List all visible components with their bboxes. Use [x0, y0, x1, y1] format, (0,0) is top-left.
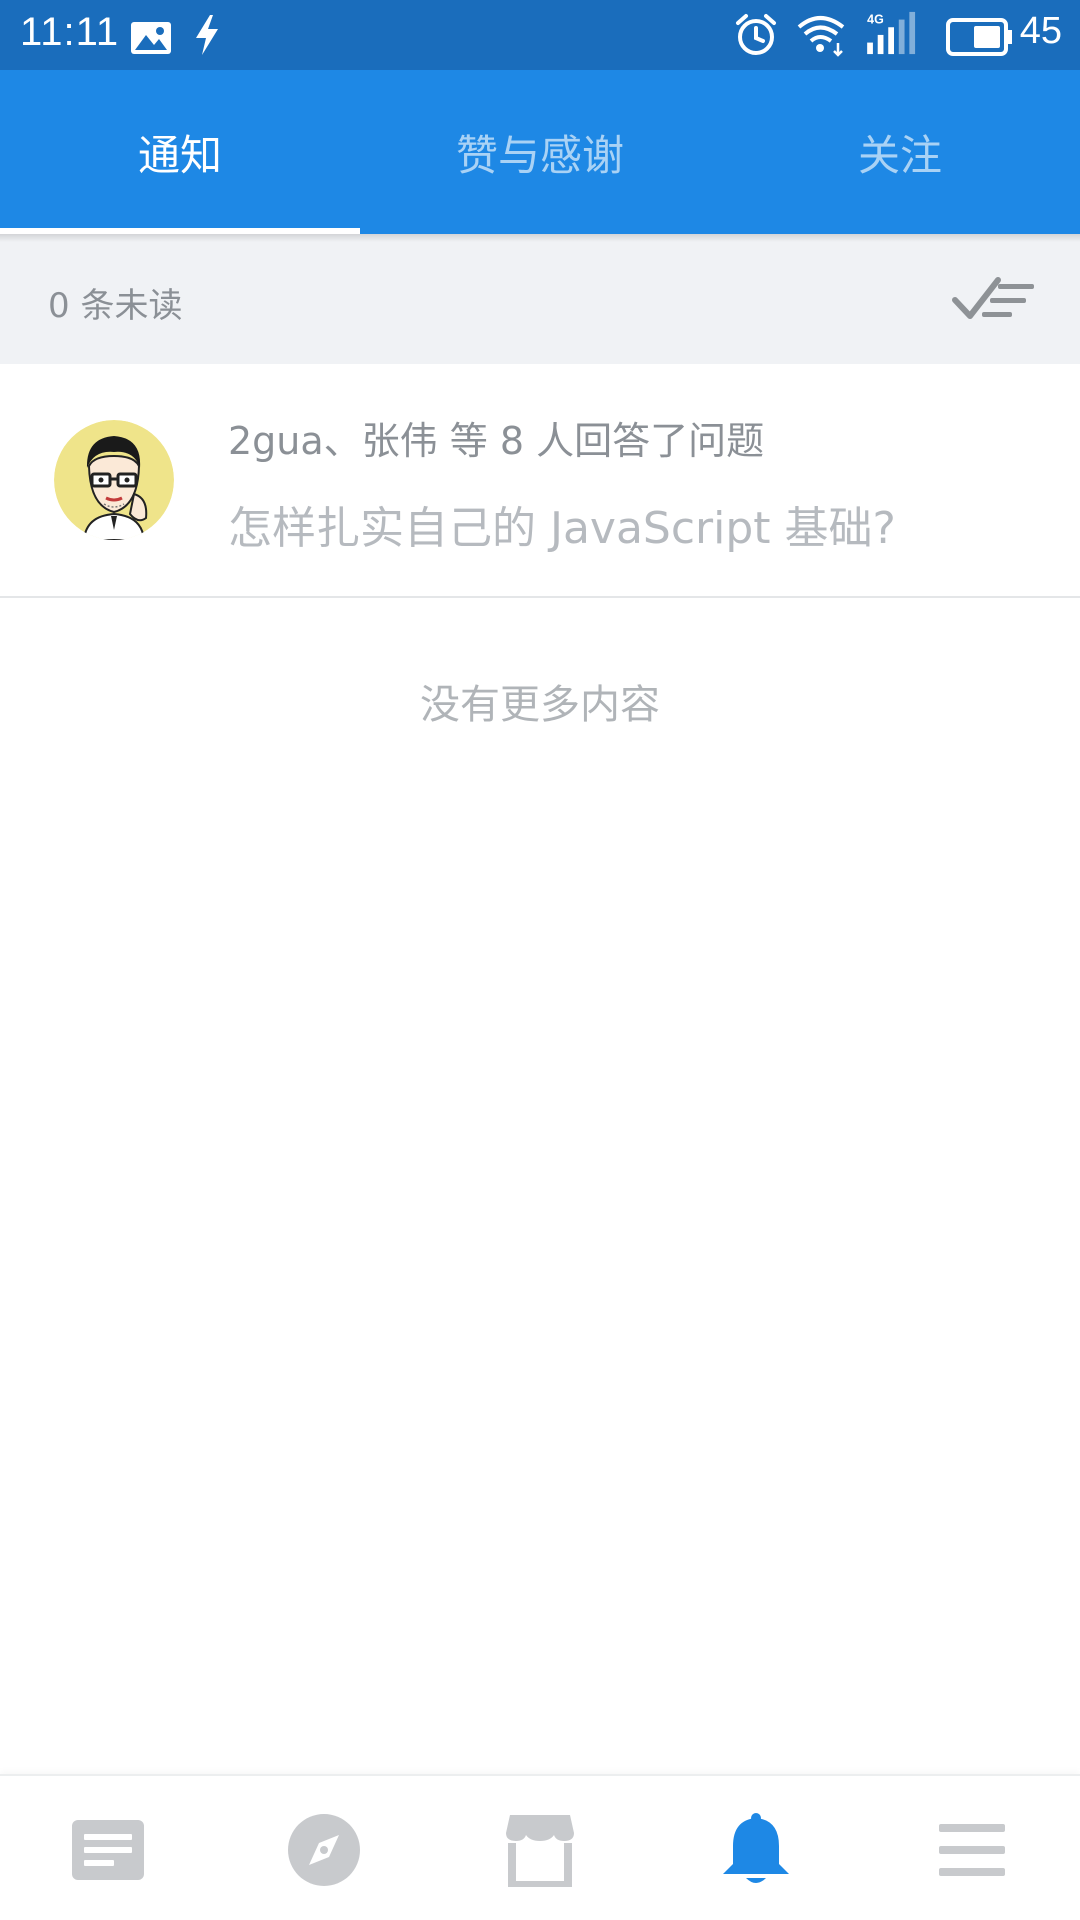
article-icon	[72, 1820, 144, 1880]
avatar[interactable]	[54, 420, 174, 540]
alarm-icon	[736, 14, 776, 55]
signal-icon: 4G	[867, 11, 916, 55]
notification-question: 怎样扎实自己的 JavaScript 基础?	[228, 503, 896, 554]
nav-feed[interactable]	[68, 1810, 148, 1890]
no-more-content-text: 没有更多内容	[420, 682, 660, 728]
notification-item[interactable]: 2gua、张伟 等 8 人回答了问题 怎样扎实自己的 JavaScript 基础…	[0, 364, 1080, 598]
status-time: 11:11	[20, 10, 120, 54]
wifi-icon	[797, 16, 845, 57]
unread-bar: 0 条未读	[0, 234, 1080, 364]
compass-icon	[288, 1814, 360, 1886]
flash-icon	[196, 15, 218, 55]
mark-all-read-button[interactable]	[952, 270, 1036, 330]
tab-bar: 通知 赞与感谢 关注	[0, 70, 1080, 234]
image-icon	[131, 22, 171, 54]
user-avatar	[54, 420, 174, 540]
tab-likes-thanks[interactable]: 赞与感谢	[360, 70, 720, 234]
tab-notifications[interactable]: 通知	[0, 70, 360, 234]
nav-notifications[interactable]	[716, 1810, 796, 1890]
mark-all-read-icon	[952, 277, 1034, 319]
nav-explore[interactable]	[284, 1810, 364, 1890]
nav-market[interactable]	[500, 1810, 580, 1890]
battery-level: 45	[1019, 10, 1062, 52]
network-type-label: 4G	[867, 12, 884, 26]
notification-title: 2gua、张伟 等 8 人回答了问题	[228, 419, 765, 463]
tab-follows[interactable]: 关注	[720, 70, 1080, 234]
menu-icon	[939, 1824, 1005, 1876]
status-bar: 11:11 4G 45	[0, 0, 1080, 70]
battery-icon	[946, 18, 1012, 56]
nav-more[interactable]	[932, 1810, 1012, 1890]
unread-count: 0 条未读	[48, 286, 183, 326]
bottom-nav	[0, 1774, 1080, 1920]
store-icon	[506, 1815, 574, 1887]
tab-bar-shadow	[0, 234, 1080, 242]
bell-icon	[723, 1813, 789, 1883]
